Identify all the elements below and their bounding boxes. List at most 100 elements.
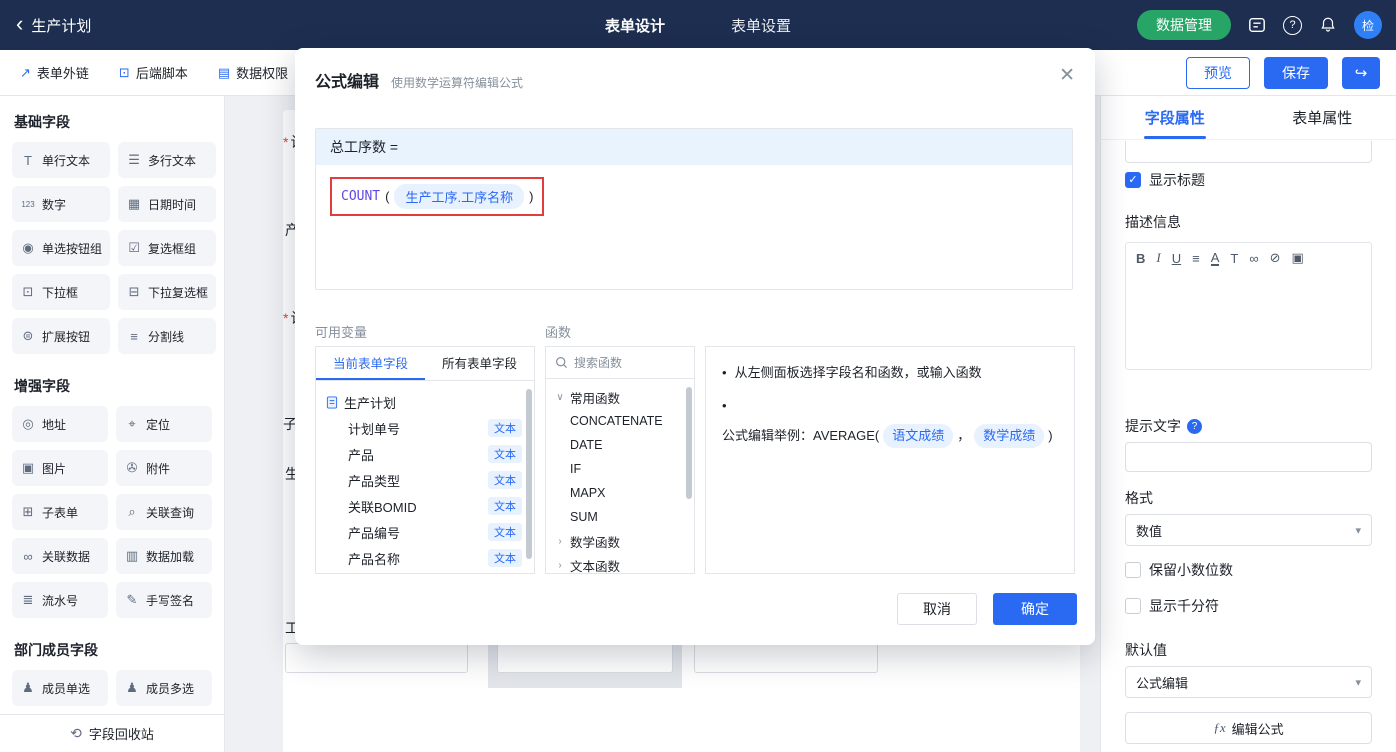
tab-all-form-fields[interactable]: 所有表单字段 [425,347,534,380]
data-manage-button[interactable]: 数据管理 [1137,10,1231,40]
field-single-line-text[interactable]: T 单行文本 [12,142,111,178]
field-checkbox-group[interactable]: ☑ 复选框组 [118,230,217,266]
function-group-label: 常用函数 [570,391,621,406]
tree-root-item[interactable]: 生产计划 [326,389,522,415]
align-icon[interactable]: ≡ [1192,251,1200,266]
function-group[interactable]: › 文本函数 [555,553,694,574]
field-number[interactable]: 123 数字 [12,186,111,222]
underline-icon[interactable]: U [1172,251,1181,266]
function-item[interactable]: CONCATENATE [555,409,694,433]
variable-field-row[interactable]: 产品名称 文本 [326,545,522,571]
modal-title: 公式编辑 [315,74,380,91]
formula-input-area[interactable]: COUNT ( 生产工序.工序名称 ) [316,165,1072,228]
form-external-link-button[interactable]: ↗ 表单外链 [20,63,89,82]
variables-tree: 生产计划 计划单号 文本 产品 文本 产品类型 文本 关联BOMID 文本 产品编号 文本 产品名称… [316,381,534,573]
default-value-select[interactable]: 公式编辑 ▾ [1125,666,1372,698]
function-item[interactable]: IF [555,457,694,481]
field-serial-number[interactable]: ≣ 流水号 [12,582,108,618]
required-asterisk: * [283,310,289,326]
app-switch-icon[interactable] [1248,16,1266,34]
format-select[interactable]: 数值 ▾ [1125,514,1372,546]
example-field-token: 数学成绩 [974,424,1045,449]
image-icon[interactable]: ▣ [1292,250,1304,266]
keep-decimal-checkbox[interactable]: 保留小数位数 [1125,560,1233,580]
variable-name: 关联BOMID [348,499,417,515]
bold-icon[interactable]: B [1136,251,1145,266]
link-icon[interactable]: ∞ [1249,251,1258,266]
function-group[interactable]: ∨ 常用函数 [555,385,694,409]
variable-field-row[interactable]: 关联BOMID 文本 [326,493,522,519]
scrollbar[interactable] [526,389,532,559]
thousand-separator-checkbox[interactable]: 显示千分符 [1125,596,1219,616]
backend-script-button[interactable]: ⊡ 后端脚本 [119,63,188,82]
edit-formula-button[interactable]: ƒx 编辑公式 [1125,712,1372,744]
canvas-input[interactable] [694,643,878,673]
share-button[interactable]: ↪ [1342,56,1380,89]
unlink-icon[interactable]: ⊘ [1270,250,1281,266]
field-divider[interactable]: ≡ 分割线 [118,318,217,354]
variable-field-row[interactable]: 产品类型 文本 [326,467,522,493]
back-button[interactable]: ‹ 生产计划 [16,13,91,36]
font-size-icon[interactable]: T [1230,251,1238,266]
variable-field-row[interactable]: 产品 文本 [326,441,522,467]
function-item[interactable]: DATE [555,433,694,457]
field-radio-group[interactable]: ◉ 单选按钮组 [12,230,111,266]
chevron-down-icon: ▾ [1355,524,1361,537]
field-recycle-bin[interactable]: ⟲ 字段回收站 [0,714,224,752]
field-member-multi[interactable]: ♟ 成员多选 [116,670,212,706]
italic-icon[interactable]: I [1156,250,1160,266]
function-item[interactable]: SUM [555,505,694,529]
description-editor[interactable]: B I U ≡ A T ∞ ⊘ ▣ [1125,242,1372,370]
field-attachment[interactable]: ✇ 附件 [116,450,212,486]
field-multi-line-text[interactable]: ☰ 多行文本 [118,142,217,178]
document-icon [326,395,338,409]
chevron-down-icon: ▾ [1355,676,1361,689]
data-permission-button[interactable]: ▤ 数据权限 [218,63,288,82]
field-related-data[interactable]: ∞ 关联数据 [12,538,108,574]
preview-button[interactable]: 预览 [1186,56,1250,89]
field-address[interactable]: ◎ 地址 [12,406,108,442]
field-extend-button[interactable]: ⊜ 扩展按钮 [12,318,111,354]
variable-field-row[interactable]: 计划单号 文本 [326,415,522,441]
canvas-input[interactable] [285,643,468,673]
field-subform[interactable]: ⊞ 子表单 [12,494,108,530]
function-group[interactable]: › 数学函数 [555,529,694,553]
field-signature[interactable]: ✎ 手写签名 [116,582,212,618]
field-related-query[interactable]: ⌕ 关联查询 [116,494,212,530]
font-color-icon[interactable]: A [1210,251,1220,266]
field-data-load[interactable]: ▥ 数据加载 [116,538,212,574]
field-location[interactable]: ⌖ 定位 [116,406,212,442]
variable-field-row[interactable]: 产品编号 文本 [326,519,522,545]
show-title-checkbox[interactable]: 显示标题 [1125,170,1205,190]
help-example-line: • 公式编辑举例：AVERAGE( 语文成绩 ， 数学成绩 ) [722,396,1058,449]
bell-icon[interactable] [1319,16,1337,34]
close-icon[interactable]: ✕ [1059,64,1075,87]
checkbox-icon [1125,562,1141,578]
canvas-input[interactable] [497,643,673,673]
field-datetime[interactable]: ▦ 日期时间 [118,186,217,222]
field-dropdown-multi[interactable]: ⊟ 下拉复选框 [118,274,217,310]
field-dropdown[interactable]: ⊡ 下拉框 [12,274,111,310]
tab-form-properties[interactable]: 表单属性 [1249,96,1396,139]
save-button[interactable]: 保存 [1264,56,1328,89]
help-icon[interactable]: ? [1187,418,1202,434]
cancel-button[interactable]: 取消 [897,593,977,625]
tab-form-settings[interactable]: 表单设置 [731,15,791,36]
function-search-input[interactable]: 搜索函数 [546,347,694,379]
function-item[interactable]: MAPX [555,481,694,505]
checkbox-label: 保留小数位数 [1149,562,1233,578]
avatar[interactable]: 检 [1354,11,1382,39]
tab-field-properties[interactable]: 字段属性 [1101,96,1249,139]
confirm-button[interactable]: 确定 [993,593,1077,625]
field-image[interactable]: ▣ 图片 [12,450,108,486]
tab-form-design[interactable]: 表单设计 [605,15,665,36]
hint-text-input[interactable] [1125,442,1372,472]
variables-panel: 当前表单字段 所有表单字段 生产计划 计划单号 文本 产品 文本 产品类型 文本 关联BOM… [315,346,535,574]
help-icon[interactable]: ? [1283,15,1302,35]
tab-current-form-fields[interactable]: 当前表单字段 [316,347,425,380]
field-token[interactable]: 生产工序.工序名称 [394,184,525,209]
scrollbar[interactable] [686,387,692,499]
truncated-input[interactable] [1125,141,1372,163]
field-member-single[interactable]: ♟ 成员单选 [12,670,108,706]
field-type-badge: 文本 [488,523,522,541]
